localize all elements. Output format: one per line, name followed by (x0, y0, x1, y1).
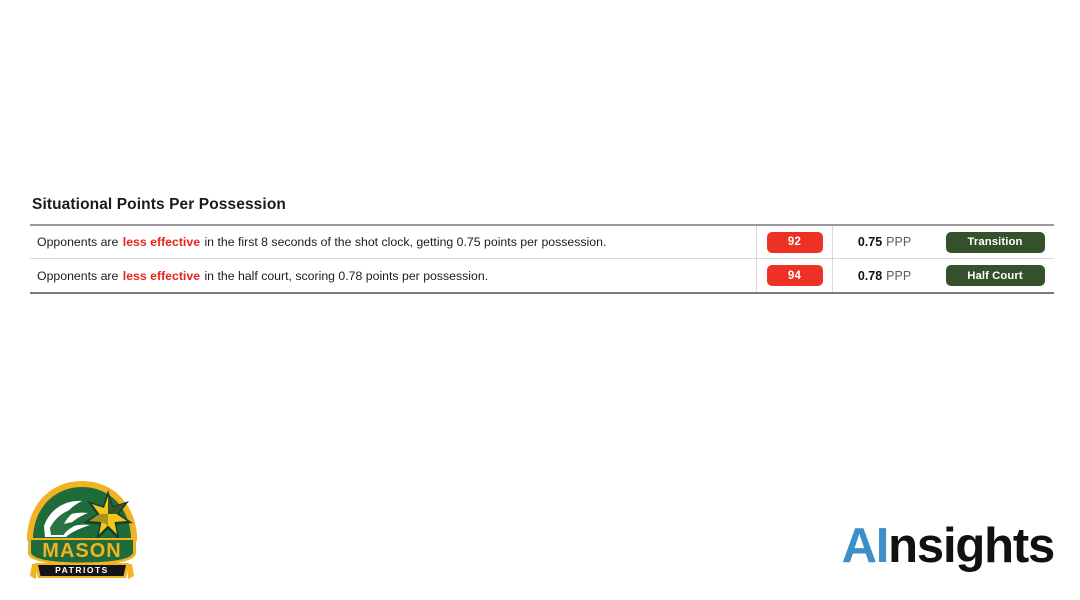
rank-cell: 94 (756, 259, 832, 292)
ppp-value: 0.78 (857, 268, 883, 283)
svg-text:PATRIOTS: PATRIOTS (55, 565, 109, 575)
ppp-value: 0.75 (857, 235, 883, 249)
description-highlight: less effective (122, 268, 201, 283)
value-cell: 0.78 PPP (832, 259, 936, 292)
description-suffix: in the half court, scoring 0.78 points p… (204, 268, 489, 283)
row-description: Opponents are less effective in the firs… (30, 226, 756, 258)
description-prefix: Opponents are (37, 235, 119, 249)
svg-text:MASON: MASON (42, 540, 121, 562)
mason-patriots-logo: MASON PATRIOTS (22, 478, 142, 586)
description-suffix: in the first 8 seconds of the shot clock… (204, 235, 607, 249)
status-badge: 92 (766, 231, 823, 253)
table-row[interactable]: Opponents are less effective in the half… (30, 259, 1054, 292)
table-row[interactable]: Opponents are less effective in the firs… (30, 226, 1054, 259)
ppp-unit: PPP (886, 268, 912, 283)
tag-cell: Transition (936, 226, 1054, 258)
rank-cell: 92 (756, 226, 832, 258)
situational-ppp-table: Opponents are less effective in the firs… (30, 224, 1054, 294)
row-description: Opponents are less effective in the half… (30, 259, 756, 292)
description-highlight: less effective (122, 235, 201, 249)
ainsights-brand-logo: AInsights (841, 517, 1056, 575)
page-title: Situational Points Per Possession (32, 196, 286, 213)
description-prefix: Opponents are (37, 268, 119, 283)
brand-prefix: AI (841, 519, 890, 573)
status-badge: 94 (766, 265, 823, 286)
situation-tag: Half Court (945, 265, 1045, 286)
tag-cell: Half Court (936, 259, 1054, 292)
ppp-unit: PPP (886, 235, 912, 249)
value-cell: 0.75 PPP (832, 226, 936, 258)
mason-patriots-logo-icon: MASON PATRIOTS (27, 481, 137, 579)
situation-tag: Transition (945, 231, 1045, 253)
brand-suffix: nsights (888, 519, 1055, 573)
situational-ppp-panel: Situational Points Per Possession Oppone… (30, 196, 1054, 294)
